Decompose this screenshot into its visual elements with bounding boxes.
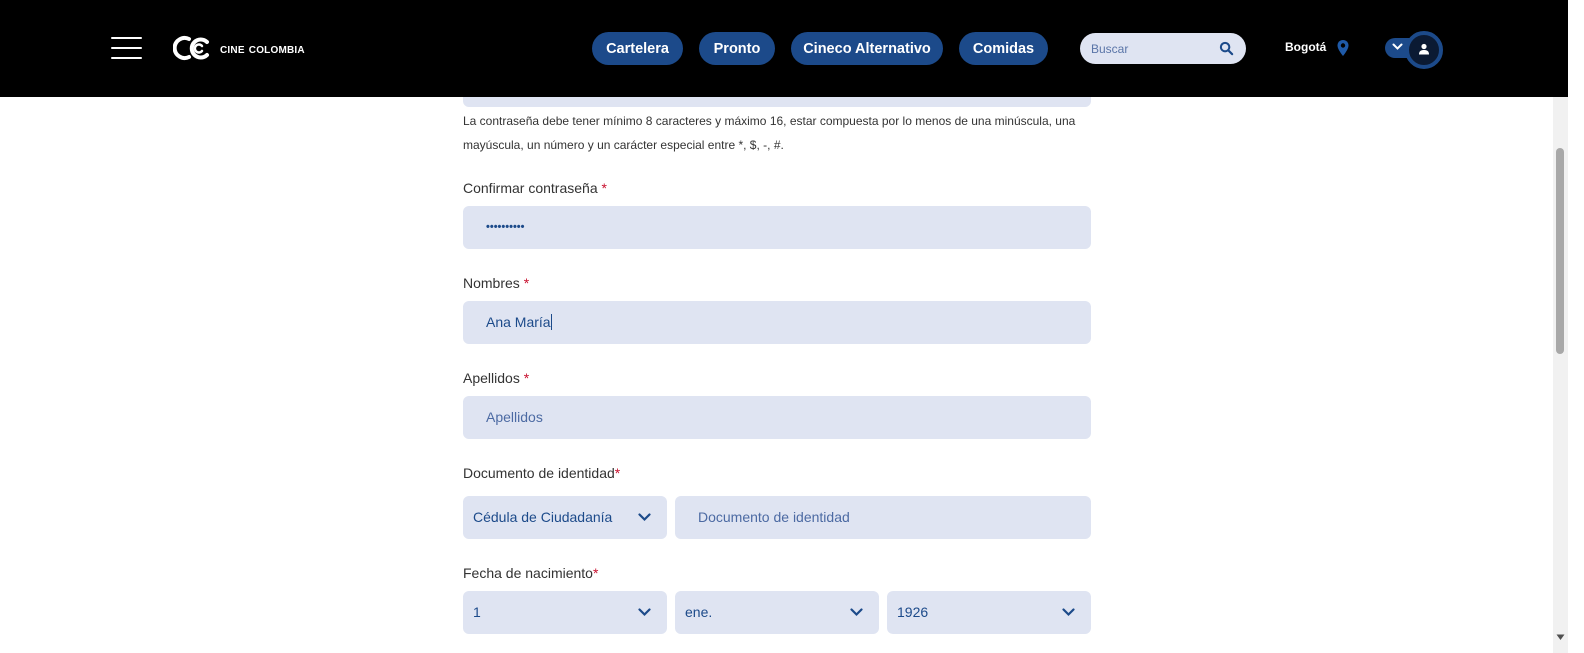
required-mark: * [523,275,530,291]
birth-month-value: ene. [685,604,713,620]
cine-colombia-logo-icon [173,36,209,60]
chevron-down-icon [1392,43,1403,50]
logo-text: Cine Colombia [220,40,305,56]
chevron-down-icon [850,608,863,617]
scroll-down-arrow-icon[interactable] [1556,634,1565,641]
document-number-field[interactable]: Documento de identidad [675,496,1091,539]
document-type-select[interactable]: Cédula de Ciudadanía [463,496,667,539]
last-names-label: Apellidos * [463,370,530,386]
last-names-field[interactable]: Apellidos [463,396,1091,439]
chevron-down-icon [1062,608,1075,617]
last-names-placeholder: Apellidos [486,409,543,425]
nav-cartelera[interactable]: Cartelera [592,32,683,65]
required-mark: * [601,180,607,196]
search-icon[interactable] [1219,41,1234,56]
search-input[interactable] [1091,33,1216,64]
first-names-label: Nombres * [463,275,530,291]
password-hint: La contraseña debe tener mínimo 8 caract… [463,114,1076,152]
confirm-password-value: •••••••••• [486,221,525,233]
identity-document-label: Documento de identidad* [463,465,621,481]
birth-day-select[interactable]: 1 [463,591,667,634]
required-mark: * [592,565,599,581]
required-mark: * [523,370,530,386]
birth-day-value: 1 [473,604,481,620]
first-names-value: Ana María [486,314,552,330]
birth-month-select[interactable]: ene. [675,591,879,634]
city-selector[interactable]: Bogotá [1285,40,1326,54]
confirm-password-label: Confirmar contraseña * [463,180,607,196]
confirm-password-field[interactable]: •••••••••• [463,206,1091,249]
site-logo[interactable]: Cine Colombia [173,32,305,64]
first-names-field[interactable]: Ana María [463,301,1091,344]
birth-year-value: 1926 [897,604,929,620]
birth-date-label: Fecha de nacimiento* [463,565,599,581]
page-scrollbar[interactable] [1553,0,1568,653]
user-avatar[interactable] [1405,31,1443,69]
document-number-placeholder: Documento de identidad [698,509,850,525]
nav-pronto[interactable]: Pronto [699,32,775,65]
chevron-down-icon [638,608,651,617]
search-box [1080,33,1246,64]
scrollbar-thumb[interactable] [1556,148,1564,354]
text-caret [550,314,552,330]
location-pin-icon[interactable] [1336,39,1350,57]
birth-year-select[interactable]: 1926 [887,591,1091,634]
required-mark: * [614,465,621,481]
chevron-down-icon [638,513,651,522]
user-icon [1419,43,1429,55]
nav-comidas[interactable]: Comidas [959,32,1048,65]
site-header: Cine Colombia Cartelera Pronto Cineco Al… [0,0,1568,97]
nav-cineco-alternativo[interactable]: Cineco Alternativo [791,32,943,65]
document-type-value: Cédula de Ciudadanía [473,509,613,525]
menu-icon[interactable] [111,37,143,61]
